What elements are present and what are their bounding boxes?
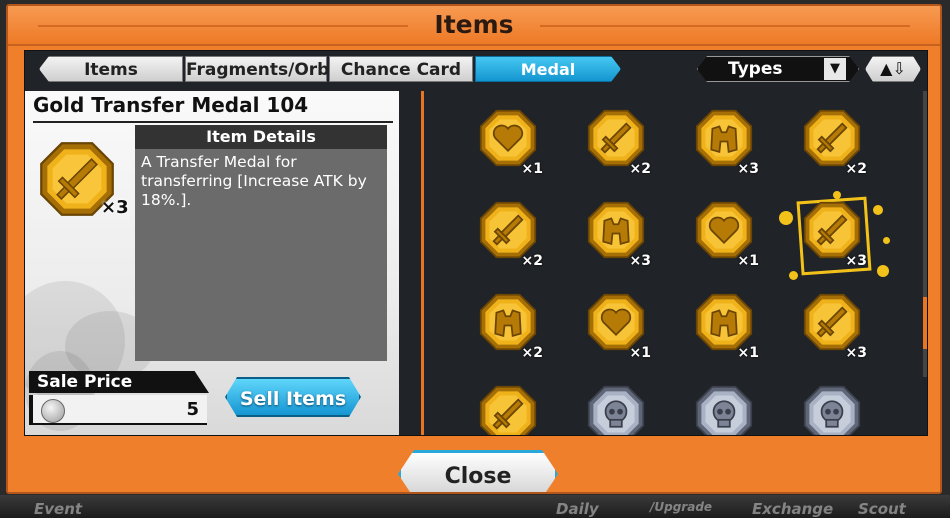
- sale-price-label: Sale Price: [29, 371, 209, 393]
- items-dialog: Items Items Fragments/Orbs Chance Card M…: [6, 4, 942, 494]
- gold-sword-icon: [803, 109, 861, 167]
- item-quantity: ×3: [101, 197, 129, 218]
- gold-sword-icon: [803, 293, 861, 351]
- medal-quantity: ×2: [629, 161, 651, 177]
- medal-item-16[interactable]: [797, 379, 867, 435]
- item-name: Gold Transfer Medal 104: [33, 93, 309, 117]
- gold-armor-icon: [695, 293, 753, 351]
- bg-label-exchange: Exchange: [752, 500, 834, 518]
- medal-quantity: ×2: [521, 345, 543, 361]
- tab-items[interactable]: Items: [39, 56, 183, 82]
- gold-heart-icon: [587, 293, 645, 351]
- bg-label-upgrade: /Upgrade: [650, 500, 713, 514]
- sort-button[interactable]: ▲⇩: [865, 56, 921, 82]
- bg-label-event: Event: [34, 500, 83, 518]
- panel-divider: [421, 91, 424, 435]
- medal-quantity: ×3: [845, 345, 867, 361]
- gold-armor-icon: [587, 201, 645, 259]
- dialog-title-bar: Items: [8, 6, 940, 46]
- bg-label-scout: Scout: [858, 500, 906, 518]
- grid-scrollbar[interactable]: [923, 91, 927, 377]
- medal-item-12[interactable]: ×3: [797, 287, 867, 367]
- medal-item-6[interactable]: ×3: [581, 195, 651, 275]
- medal-item-9[interactable]: ×2: [473, 287, 543, 367]
- silver-skull-icon: [587, 385, 645, 435]
- medal-quantity: ×3: [737, 161, 759, 177]
- medal-quantity: ×2: [845, 161, 867, 177]
- gold-armor-icon: [479, 293, 537, 351]
- medal-quantity: ×3: [629, 253, 651, 269]
- silver-skull-icon: [695, 385, 753, 435]
- medal-quantity: ×1: [629, 345, 651, 361]
- sale-price-value: 5: [186, 399, 199, 420]
- selection-splat: [877, 265, 889, 277]
- medal-quantity: ×1: [737, 345, 759, 361]
- gold-heart-icon: [479, 109, 537, 167]
- medal-quantity: ×1: [737, 253, 759, 269]
- bg-label-daily: Daily: [556, 500, 599, 518]
- close-button[interactable]: Close: [398, 450, 558, 494]
- sell-items-button[interactable]: Sell Items: [225, 377, 361, 417]
- medal-item-2[interactable]: ×2: [581, 103, 651, 183]
- title-rule-left: [38, 25, 408, 27]
- medal-item-10[interactable]: ×1: [581, 287, 651, 367]
- title-rule-right: [540, 25, 910, 27]
- medal-item-5[interactable]: ×2: [473, 195, 543, 275]
- gold-sword-icon: [587, 109, 645, 167]
- item-name-rule: [33, 121, 393, 123]
- item-description: A Transfer Medal for transferring [Incre…: [141, 153, 367, 209]
- sort-arrows-icon: ▲⇩: [880, 59, 906, 78]
- selection-splat: [873, 205, 883, 215]
- dialog-title: Items: [434, 10, 514, 39]
- silver-skull-icon: [803, 385, 861, 435]
- medal-item-7[interactable]: ×1: [689, 195, 759, 275]
- sale-price-row: 5: [29, 395, 207, 425]
- tab-fragments-orbs[interactable]: Fragments/Orbs: [185, 56, 339, 82]
- medal-item-3[interactable]: ×3: [689, 103, 759, 183]
- medal-item-13[interactable]: [473, 379, 543, 435]
- dialog-content: Items Fragments/Orbs Chance Card Medal M…: [24, 50, 928, 436]
- medal-quantity: ×2: [521, 253, 543, 269]
- medal-item-8[interactable]: ×3: [797, 195, 867, 275]
- medal-item-14[interactable]: [581, 379, 651, 435]
- medal-quantity: ×3: [845, 253, 867, 269]
- item-detail-panel: Gold Transfer Medal 104 ×3 Item Details …: [25, 91, 399, 435]
- item-details-header: Item Details: [135, 125, 387, 149]
- scrollbar-thumb[interactable]: [923, 297, 927, 349]
- tab-bar: Items Fragments/Orbs Chance Card Medal M…: [25, 53, 927, 83]
- gold-heart-icon: [695, 201, 753, 259]
- tab-medal-materials[interactable]: Medal Materials: [475, 56, 621, 82]
- caret-down-icon: ▼: [824, 58, 846, 80]
- tab-chance-card[interactable]: Chance Card: [329, 56, 473, 82]
- item-details-box: A Transfer Medal for transferring [Incre…: [135, 149, 387, 361]
- gold-sword-icon: [803, 201, 861, 259]
- medal-item-15[interactable]: [689, 379, 759, 435]
- types-dropdown-label: Types: [728, 59, 783, 79]
- medal-item-4[interactable]: ×2: [797, 103, 867, 183]
- selection-splat: [883, 237, 890, 244]
- coin-icon: [41, 399, 65, 423]
- gold-sword-icon: [479, 385, 537, 435]
- medal-quantity: ×1: [521, 161, 543, 177]
- types-dropdown[interactable]: Types ▼: [697, 56, 859, 82]
- selection-splat: [779, 211, 793, 225]
- gold-armor-icon: [695, 109, 753, 167]
- medal-item-1[interactable]: ×1: [473, 103, 543, 183]
- gold-sword-icon: [479, 201, 537, 259]
- medal-item-11[interactable]: ×1: [689, 287, 759, 367]
- medal-grid: ×1 ×2 ×3 ×2 ×2 ×3 ×1 ×3 ×2 ×1 ×1 ×3: [425, 91, 919, 435]
